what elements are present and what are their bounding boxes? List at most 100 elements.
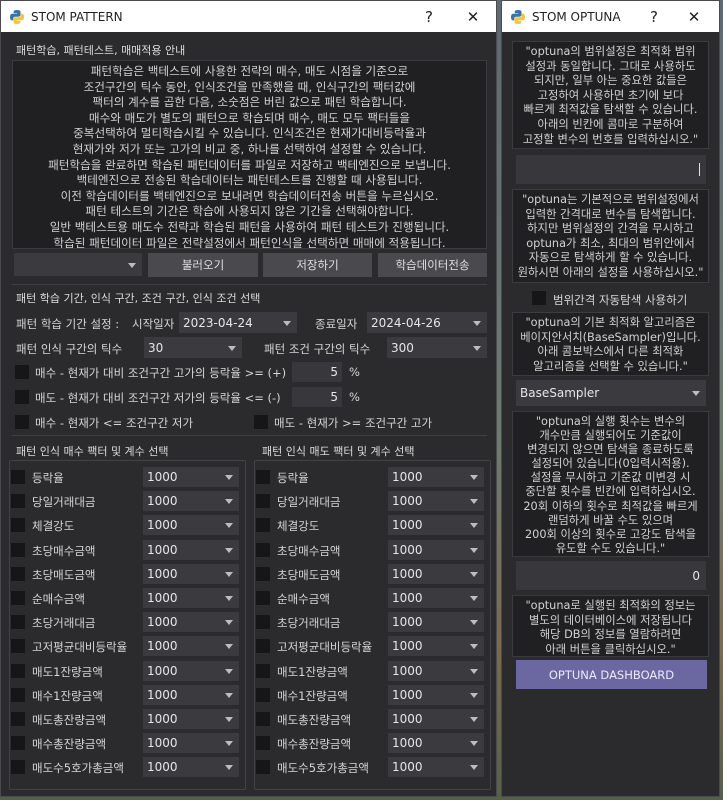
sell-factor-coef-select[interactable]: 1000 bbox=[388, 660, 484, 681]
cond1-checkbox[interactable] bbox=[15, 365, 29, 379]
sell-factor-checkbox[interactable] bbox=[256, 687, 270, 702]
cond-ticks-select[interactable]: 300 bbox=[387, 337, 487, 358]
chevron-down-icon bbox=[473, 345, 481, 351]
pattern-titlebar[interactable]: STOM PATTERN ? ✕ bbox=[1, 1, 496, 32]
sell-factor-checkbox[interactable] bbox=[256, 542, 270, 557]
chevron-down-icon bbox=[225, 571, 233, 577]
sell-factor-label: 초당거래대금 bbox=[277, 616, 341, 631]
sell-factor-coef-select[interactable]: 1000 bbox=[388, 684, 484, 705]
sell-factor-checkbox[interactable] bbox=[256, 615, 270, 630]
buy-factor-checkbox[interactable] bbox=[11, 639, 25, 654]
buy-factor-coef-select[interactable]: 1000 bbox=[143, 733, 239, 754]
pattern-file-combo[interactable] bbox=[14, 253, 142, 276]
close-icon[interactable]: ✕ bbox=[674, 1, 714, 32]
sell-factor-checkbox[interactable] bbox=[256, 736, 270, 751]
sell-factor-coef-select[interactable]: 1000 bbox=[388, 491, 484, 512]
chevron-down-icon bbox=[470, 499, 478, 505]
fixed-vars-input[interactable] bbox=[516, 155, 706, 184]
buy-factor-coef-select[interactable]: 1000 bbox=[143, 563, 239, 584]
chevron-down-icon bbox=[225, 668, 233, 674]
help-button[interactable]: ? bbox=[634, 1, 674, 32]
buy-factor-checkbox[interactable] bbox=[11, 542, 25, 557]
buy-factor-checkbox[interactable] bbox=[11, 663, 25, 678]
sell-factor-checkbox[interactable] bbox=[256, 639, 270, 654]
optuna-titlebar[interactable]: STOM OPTUNA ? ✕ bbox=[502, 1, 719, 32]
cond4-checkbox[interactable] bbox=[254, 415, 268, 429]
buy-factor-coef-select[interactable]: 1000 bbox=[143, 684, 239, 705]
buy-factor-label: 당일거래대금 bbox=[32, 495, 96, 510]
sell-factor-checkbox[interactable] bbox=[256, 663, 270, 678]
sell-factor-checkbox[interactable] bbox=[256, 712, 270, 726]
buy-factor-checkbox[interactable] bbox=[11, 566, 25, 581]
chevron-down-icon bbox=[225, 523, 233, 529]
sell-factor-checkbox[interactable] bbox=[256, 494, 270, 509]
sell-factor-checkbox[interactable] bbox=[256, 566, 270, 581]
buy-factor-coef-select[interactable]: 1000 bbox=[143, 588, 239, 608]
cond-ticks-label: 패턴 조건 구간의 틱수 bbox=[264, 342, 371, 356]
cond2-input[interactable]: 5 bbox=[292, 387, 342, 407]
buy-factor-checkbox[interactable] bbox=[11, 615, 25, 630]
auto-range-checkbox[interactable] bbox=[532, 291, 546, 305]
sell-factor-coef-select[interactable]: 1000 bbox=[388, 636, 484, 657]
buy-factor-coef-select[interactable]: 1000 bbox=[143, 515, 239, 536]
sell-factors-title: 패턴 인식 매도 팩터 및 계수 선택 bbox=[262, 445, 415, 458]
sell-factor-label: 매도수5호가총금액 bbox=[277, 761, 369, 776]
cond1-input[interactable]: 5 bbox=[292, 362, 342, 382]
optuna-dashboard-button[interactable]: OPTUNA DASHBOARD bbox=[516, 660, 707, 689]
sell-factor-checkbox[interactable] bbox=[256, 518, 270, 533]
help-button[interactable]: ? bbox=[409, 1, 449, 32]
buy-factor-coef-select[interactable]: 1000 bbox=[143, 467, 239, 487]
buy-factor-checkbox[interactable] bbox=[11, 518, 25, 533]
interval-help-text: "optuna는 기본적으로 범위설정에서 입력한 간격대로 변수를 탐색합니다… bbox=[512, 189, 709, 283]
start-date-picker[interactable]: 2023-04-24 bbox=[179, 312, 297, 333]
text-cursor bbox=[699, 163, 700, 176]
save-button[interactable]: 저장하기 bbox=[263, 253, 372, 277]
send-learning-data-button[interactable]: 학습데이터전송 bbox=[378, 253, 487, 277]
sell-factor-checkbox[interactable] bbox=[256, 470, 270, 484]
sell-factor-checkbox[interactable] bbox=[256, 591, 270, 605]
recog-ticks-select[interactable]: 30 bbox=[144, 337, 242, 358]
chevron-down-icon bbox=[225, 717, 233, 722]
buy-factor-label: 매도1잔량금액 bbox=[32, 664, 103, 679]
buy-factor-checkbox[interactable] bbox=[11, 470, 25, 484]
sell-factor-label: 고저평균대비등락율 bbox=[277, 640, 373, 655]
sell-factor-label: 순매수금액 bbox=[277, 592, 330, 606]
buy-factor-coef-select[interactable]: 1000 bbox=[143, 757, 239, 778]
buy-factor-label: 매수1잔량금액 bbox=[32, 688, 103, 703]
sell-factor-coef-select[interactable]: 1000 bbox=[388, 733, 484, 754]
sampler-select[interactable]: BaseSampler bbox=[516, 380, 706, 406]
close-icon[interactable]: ✕ bbox=[453, 1, 493, 32]
buy-factor-checkbox[interactable] bbox=[11, 494, 25, 509]
buy-factor-coef-select[interactable]: 1000 bbox=[143, 491, 239, 512]
buy-factor-checkbox[interactable] bbox=[11, 712, 25, 726]
chevron-down-icon bbox=[225, 692, 233, 698]
buy-factor-coef-select[interactable]: 1000 bbox=[143, 612, 239, 633]
chevron-down-icon bbox=[228, 345, 236, 351]
window-title: STOM OPTUNA bbox=[532, 9, 621, 24]
sell-factor-coef-select[interactable]: 1000 bbox=[388, 612, 484, 633]
buy-factor-coef-select[interactable]: 1000 bbox=[143, 539, 239, 560]
buy-factor-checkbox[interactable] bbox=[11, 736, 25, 751]
sell-factor-label: 초당매도금액 bbox=[277, 567, 341, 582]
buy-factor-checkbox[interactable] bbox=[11, 591, 25, 605]
buy-factors-title: 패턴 인식 매수 팩터 및 계수 선택 bbox=[16, 445, 169, 458]
sell-factor-coef-select[interactable]: 1000 bbox=[388, 515, 484, 536]
cond2-checkbox[interactable] bbox=[15, 390, 29, 404]
sell-factor-coef-select[interactable]: 1000 bbox=[388, 539, 484, 560]
load-button[interactable]: 불러오기 bbox=[148, 253, 258, 277]
sell-factor-coef-select[interactable]: 1000 bbox=[388, 588, 484, 608]
cond3-checkbox[interactable] bbox=[15, 415, 29, 429]
sell-factor-coef-select[interactable]: 1000 bbox=[388, 563, 484, 584]
sell-factor-coef-select[interactable]: 1000 bbox=[388, 709, 484, 729]
sell-factor-coef-select[interactable]: 1000 bbox=[388, 467, 484, 487]
end-date-picker[interactable]: 2024-04-26 bbox=[367, 312, 487, 333]
buy-factor-coef-select[interactable]: 1000 bbox=[143, 709, 239, 729]
buy-factor-checkbox[interactable] bbox=[11, 687, 25, 702]
sell-factor-coef-select[interactable]: 1000 bbox=[388, 757, 484, 778]
run-count-input[interactable]: 0 bbox=[516, 561, 706, 590]
sell-factor-checkbox[interactable] bbox=[256, 760, 270, 775]
buy-factor-coef-select[interactable]: 1000 bbox=[143, 636, 239, 657]
buy-factor-label: 고저평균대비등락율 bbox=[32, 640, 128, 655]
buy-factor-coef-select[interactable]: 1000 bbox=[143, 660, 239, 681]
buy-factor-checkbox[interactable] bbox=[11, 760, 25, 775]
